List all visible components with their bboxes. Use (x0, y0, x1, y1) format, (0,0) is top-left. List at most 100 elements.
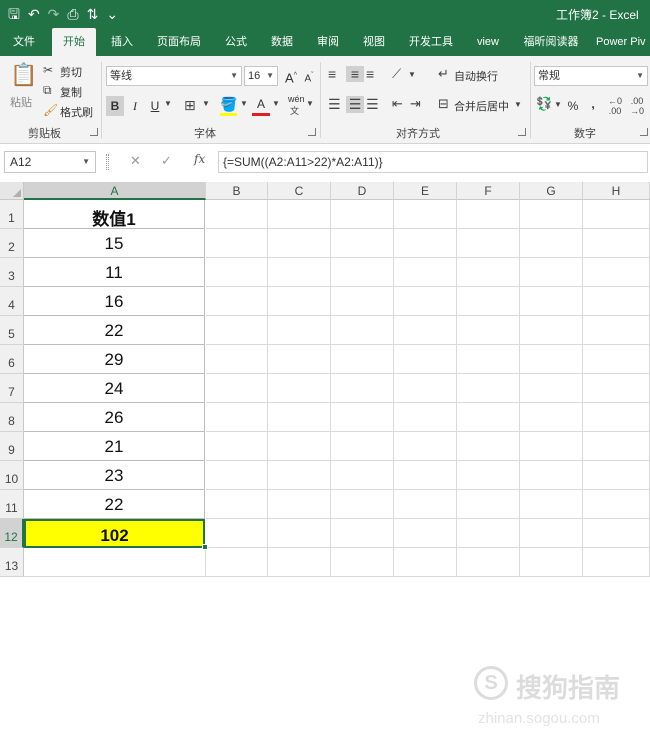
cell-f1[interactable] (457, 200, 520, 229)
cell-a10[interactable]: 23 (24, 461, 205, 490)
tab-file[interactable]: 文件 (6, 28, 42, 56)
row-header-12[interactable]: 12 (0, 519, 24, 548)
cell-h6[interactable] (583, 345, 650, 374)
tab-foxit-reader[interactable]: 福昕阅读器 (518, 28, 584, 56)
paste-icon[interactable]: 📋 (10, 62, 37, 90)
cell-c4[interactable] (268, 287, 331, 316)
cell-d6[interactable] (331, 345, 394, 374)
cell-e5[interactable] (394, 316, 457, 345)
cell-g12[interactable] (520, 519, 583, 548)
font-color-button[interactable]: A (252, 96, 270, 116)
cell-g7[interactable] (520, 374, 583, 403)
cell-a5[interactable]: 22 (24, 316, 205, 345)
cell-d9[interactable] (331, 432, 394, 461)
cell-e6[interactable] (394, 345, 457, 374)
column-header-d[interactable]: D (331, 182, 394, 200)
increase-indent-icon[interactable]: ⇥ (410, 96, 421, 112)
row-header-6[interactable]: 6 (0, 345, 24, 374)
cell-d12[interactable] (331, 519, 394, 548)
formula-bar-grip[interactable] (106, 154, 109, 170)
cell-h12[interactable] (583, 519, 650, 548)
header-cell-a1[interactable]: 数值1 (24, 200, 205, 229)
row-header-10[interactable]: 10 (0, 461, 24, 490)
borders-dropdown-icon[interactable]: ▼ (202, 99, 210, 108)
sort-ascending-icon[interactable]: ⇅ (87, 4, 99, 24)
row-header-8[interactable]: 8 (0, 403, 24, 432)
align-left-icon[interactable]: ☰ (328, 96, 341, 113)
cell-d11[interactable] (331, 490, 394, 519)
cell-d8[interactable] (331, 403, 394, 432)
select-all-button[interactable] (0, 182, 24, 200)
tab-power-pivot[interactable]: Power Piv (596, 28, 650, 56)
cell-d4[interactable] (331, 287, 394, 316)
cell-d3[interactable] (331, 258, 394, 287)
cell-b7[interactable] (206, 374, 268, 403)
row-header-1[interactable]: 1 (0, 200, 24, 229)
cell-f5[interactable] (457, 316, 520, 345)
undo-icon[interactable]: ↶ (28, 4, 40, 24)
font-launcher-icon[interactable] (308, 128, 316, 136)
cell-c5[interactable] (268, 316, 331, 345)
cell-h8[interactable] (583, 403, 650, 432)
cell-f11[interactable] (457, 490, 520, 519)
tab-formulas[interactable]: 公式 (216, 28, 256, 56)
formula-input[interactable]: {=SUM((A2:A11>22)*A2:A11)} (218, 151, 648, 173)
cell-d5[interactable] (331, 316, 394, 345)
cell-c7[interactable] (268, 374, 331, 403)
cell-g9[interactable] (520, 432, 583, 461)
print-preview-icon[interactable]: ⎙ (67, 4, 78, 24)
fill-color-dropdown-icon[interactable]: ▼ (240, 99, 248, 108)
cell-b2[interactable] (206, 229, 268, 258)
decrease-indent-icon[interactable]: ⇤ (392, 96, 403, 112)
tab-view[interactable]: 视图 (354, 28, 394, 56)
cell-e9[interactable] (394, 432, 457, 461)
cell-g6[interactable] (520, 345, 583, 374)
cell-f10[interactable] (457, 461, 520, 490)
italic-button[interactable]: I (126, 96, 144, 116)
clipboard-launcher-icon[interactable] (90, 128, 98, 136)
cell-e8[interactable] (394, 403, 457, 432)
cell-b10[interactable] (206, 461, 268, 490)
cell-f3[interactable] (457, 258, 520, 287)
cell-b9[interactable] (206, 432, 268, 461)
format-painter-icon[interactable]: 🖌 (43, 103, 58, 117)
cell-b5[interactable] (206, 316, 268, 345)
merge-center-icon[interactable]: ⊟ (438, 96, 449, 112)
cell-b3[interactable] (206, 258, 268, 287)
row-header-9[interactable]: 9 (0, 432, 24, 461)
phonetic-button[interactable]: wén (288, 94, 305, 104)
cell-e2[interactable] (394, 229, 457, 258)
cell-e3[interactable] (394, 258, 457, 287)
save-icon[interactable]: 🖫 (8, 4, 20, 24)
cell-c9[interactable] (268, 432, 331, 461)
wrap-text-label[interactable]: 自动换行 (454, 68, 498, 84)
tab-data[interactable]: 数据 (262, 28, 302, 56)
comma-button[interactable]: , (584, 94, 602, 114)
cell-f8[interactable] (457, 403, 520, 432)
cell-h1[interactable] (583, 200, 650, 229)
phonetic-dropdown-icon[interactable]: ▼ (306, 99, 314, 108)
cell-a7[interactable]: 24 (24, 374, 205, 403)
cell-c6[interactable] (268, 345, 331, 374)
bold-button[interactable]: B (106, 96, 124, 116)
font-name-select[interactable]: 等线 ▼ (106, 66, 242, 86)
align-center-icon[interactable]: ☰ (346, 96, 364, 113)
copy-label[interactable]: 复制 (60, 84, 82, 100)
cell-f6[interactable] (457, 345, 520, 374)
alignment-launcher-icon[interactable] (518, 128, 526, 136)
row-header-11[interactable]: 11 (0, 490, 24, 519)
cell-f12[interactable] (457, 519, 520, 548)
underline-dropdown-icon[interactable]: ▼ (164, 99, 172, 108)
cell-e1[interactable] (394, 200, 457, 229)
cell-b4[interactable] (206, 287, 268, 316)
customize-qat-icon[interactable]: ⌄ (106, 4, 118, 24)
shrink-font-button[interactable]: Aˇ (300, 66, 318, 86)
tab-home[interactable]: 开始 (52, 28, 96, 56)
cut-icon[interactable]: ✂ (43, 63, 53, 77)
redo-icon[interactable]: ↷ (48, 4, 60, 24)
row-header-4[interactable]: 4 (0, 287, 24, 316)
cell-g11[interactable] (520, 490, 583, 519)
wrap-text-icon[interactable]: ↵ (438, 66, 449, 82)
cell-a6[interactable]: 29 (24, 345, 205, 374)
cell-f7[interactable] (457, 374, 520, 403)
